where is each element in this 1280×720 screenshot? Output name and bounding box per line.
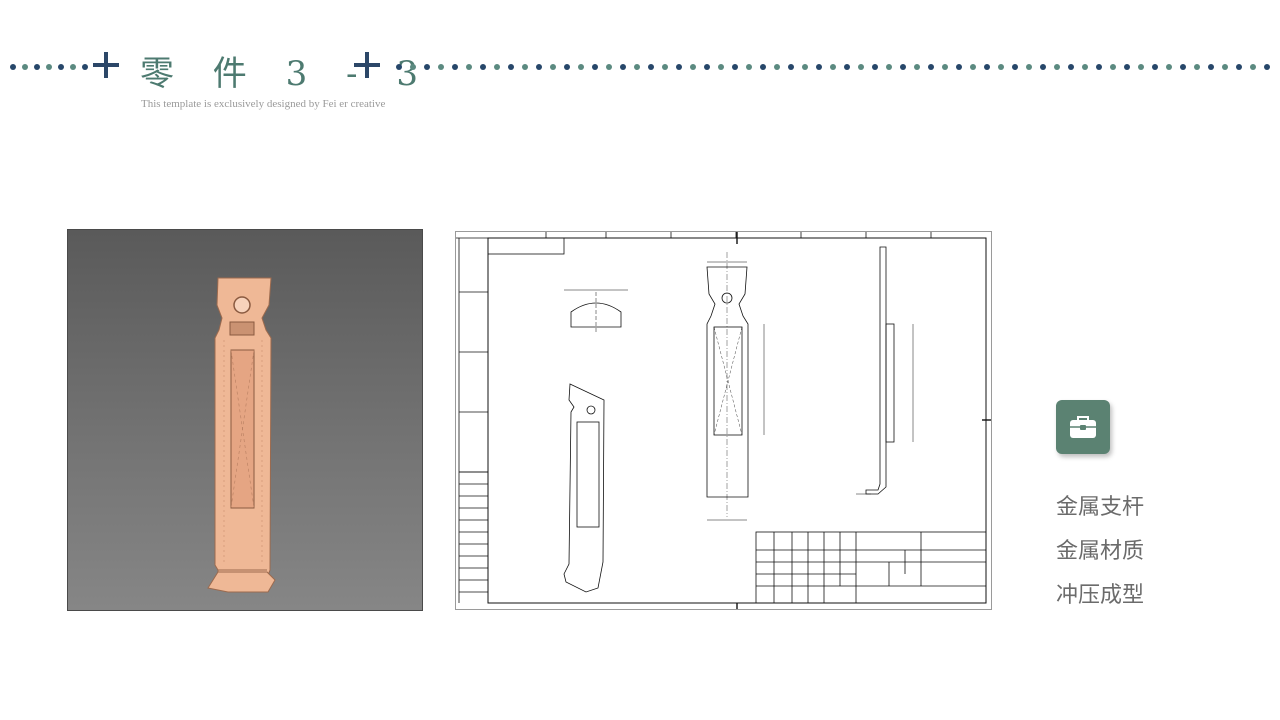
divider-dot <box>928 64 934 70</box>
divider-dot <box>746 64 752 70</box>
divider-dot <box>46 64 52 70</box>
divider-dot <box>970 64 976 70</box>
dotted-divider-right <box>396 64 1280 70</box>
divider-dot <box>1026 64 1032 70</box>
divider-dot <box>396 64 402 70</box>
divider-dot <box>620 64 626 70</box>
divider-dot <box>886 64 892 70</box>
divider-dot <box>1222 64 1228 70</box>
divider-dot <box>82 64 88 70</box>
plus-icon <box>93 52 119 78</box>
divider-dot <box>536 64 542 70</box>
divider-dot <box>1208 64 1214 70</box>
divider-dot <box>1012 64 1018 70</box>
drawing-frame <box>456 232 991 609</box>
divider-dot <box>1236 64 1242 70</box>
toolbox-icon <box>1070 416 1096 438</box>
divider-dot <box>1082 64 1088 70</box>
divider-dot <box>1124 64 1130 70</box>
divider-dot <box>1068 64 1074 70</box>
divider-dot <box>1096 64 1102 70</box>
template-tagline: This template is exclusively designed by… <box>141 98 386 110</box>
part-small-section-view <box>564 289 628 332</box>
feature-item: 金属支杆 <box>1056 495 1145 520</box>
divider-dot <box>872 64 878 70</box>
divider-dot <box>732 64 738 70</box>
divider-dot <box>564 64 570 70</box>
divider-dot <box>956 64 962 70</box>
divider-dot <box>718 64 724 70</box>
part-3d-render <box>67 229 423 611</box>
divider-dot <box>592 64 598 70</box>
divider-dot <box>1152 64 1158 70</box>
plus-icon <box>354 52 380 78</box>
divider-dot <box>606 64 612 70</box>
part-side-view <box>856 246 914 495</box>
divider-dot <box>634 64 640 70</box>
divider-dot <box>34 64 40 70</box>
divider-dot <box>984 64 990 70</box>
divider-dot <box>424 64 430 70</box>
divider-dot <box>830 64 836 70</box>
divider-dot <box>662 64 668 70</box>
divider-dot <box>1040 64 1046 70</box>
divider-dot <box>1166 64 1172 70</box>
feature-item: 金属材质 <box>1056 539 1145 564</box>
slide-title: 零 件 3 - 3 <box>140 54 432 94</box>
divider-dot <box>70 64 76 70</box>
divider-dot <box>816 64 822 70</box>
divider-dot <box>844 64 850 70</box>
feature-list: 金属支杆 金属材质 冲压成型 <box>1056 486 1256 618</box>
divider-dot <box>58 64 64 70</box>
divider-dot <box>942 64 948 70</box>
divider-dot <box>410 64 416 70</box>
divider-dot <box>494 64 500 70</box>
divider-dot <box>480 64 486 70</box>
divider-dot <box>690 64 696 70</box>
part-silhouette <box>207 277 276 593</box>
divider-dot <box>466 64 472 70</box>
divider-dot <box>1054 64 1060 70</box>
slide-header: 零 件 3 - 3 <box>0 42 1280 94</box>
divider-dot <box>1194 64 1200 70</box>
divider-dot <box>774 64 780 70</box>
divider-dot <box>802 64 808 70</box>
divider-dot <box>508 64 514 70</box>
divider-dot <box>788 64 794 70</box>
divider-dot <box>1138 64 1144 70</box>
divider-dot <box>1180 64 1186 70</box>
divider-dot <box>760 64 766 70</box>
title-block <box>755 531 987 604</box>
divider-dot <box>648 64 654 70</box>
part-isometric-view <box>563 383 605 593</box>
divider-dot <box>1264 64 1270 70</box>
divider-dot <box>522 64 528 70</box>
feature-badge <box>1056 400 1110 454</box>
divider-dot <box>10 64 16 70</box>
feature-item: 冲压成型 <box>1056 583 1145 608</box>
divider-dot <box>676 64 682 70</box>
divider-dot <box>22 64 28 70</box>
divider-dot <box>1110 64 1116 70</box>
divider-dot <box>914 64 920 70</box>
part-front-view <box>706 252 765 521</box>
divider-dot <box>900 64 906 70</box>
divider-dot <box>438 64 444 70</box>
divider-dot <box>998 64 1004 70</box>
divider-dot <box>578 64 584 70</box>
engineering-drawing <box>455 231 992 610</box>
divider-dot <box>550 64 556 70</box>
divider-dot <box>704 64 710 70</box>
divider-dot <box>1250 64 1256 70</box>
dotted-divider-left <box>10 64 88 70</box>
divider-dot <box>858 64 864 70</box>
divider-dot <box>452 64 458 70</box>
